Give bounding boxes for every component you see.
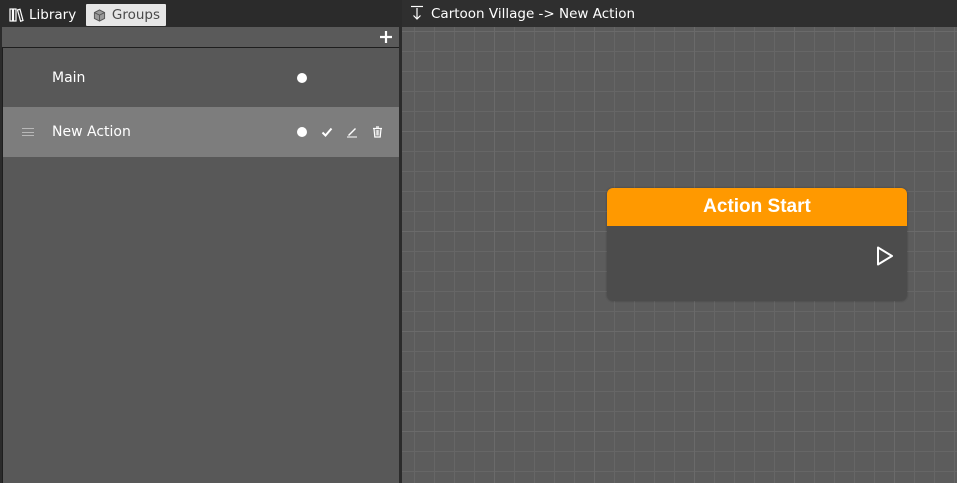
dot-icon xyxy=(297,127,307,137)
tab-groups-label: Groups xyxy=(111,7,160,23)
dot-icon xyxy=(297,73,307,83)
tab-library[interactable]: Library xyxy=(3,4,85,26)
node-body xyxy=(607,226,907,301)
group-label: New Action xyxy=(52,124,131,140)
pencil-icon[interactable] xyxy=(345,125,359,139)
drag-handle-icon[interactable] xyxy=(22,126,34,138)
check-icon[interactable] xyxy=(320,125,334,139)
plus-icon xyxy=(380,31,392,43)
groups-list: Main New Action xyxy=(2,47,399,483)
tab-groups[interactable]: Groups xyxy=(86,4,166,26)
list-item-new-action[interactable]: New Action xyxy=(3,107,399,157)
groups-toolbar xyxy=(2,27,399,47)
arrow-down-icon[interactable] xyxy=(410,5,424,21)
node-title: Action Start xyxy=(607,188,907,226)
groups-panel: Library Groups Main New Action xyxy=(0,0,400,483)
add-group-button[interactable] xyxy=(377,28,395,46)
tab-bar: Library Groups xyxy=(0,0,400,27)
graph-editor: Cartoon Village -> New Action Action Sta… xyxy=(402,0,957,483)
trash-icon[interactable] xyxy=(370,125,384,139)
list-item-main[interactable]: Main xyxy=(3,53,399,103)
graph-header: Cartoon Village -> New Action xyxy=(402,0,957,27)
group-label: Main xyxy=(52,70,86,86)
action-start-node[interactable]: Action Start xyxy=(607,188,907,301)
tab-library-label: Library xyxy=(29,7,77,23)
play-outline-icon[interactable] xyxy=(875,245,895,267)
cube-icon xyxy=(92,7,108,23)
breadcrumb: Cartoon Village -> New Action xyxy=(431,6,636,22)
library-books-icon xyxy=(9,7,25,23)
